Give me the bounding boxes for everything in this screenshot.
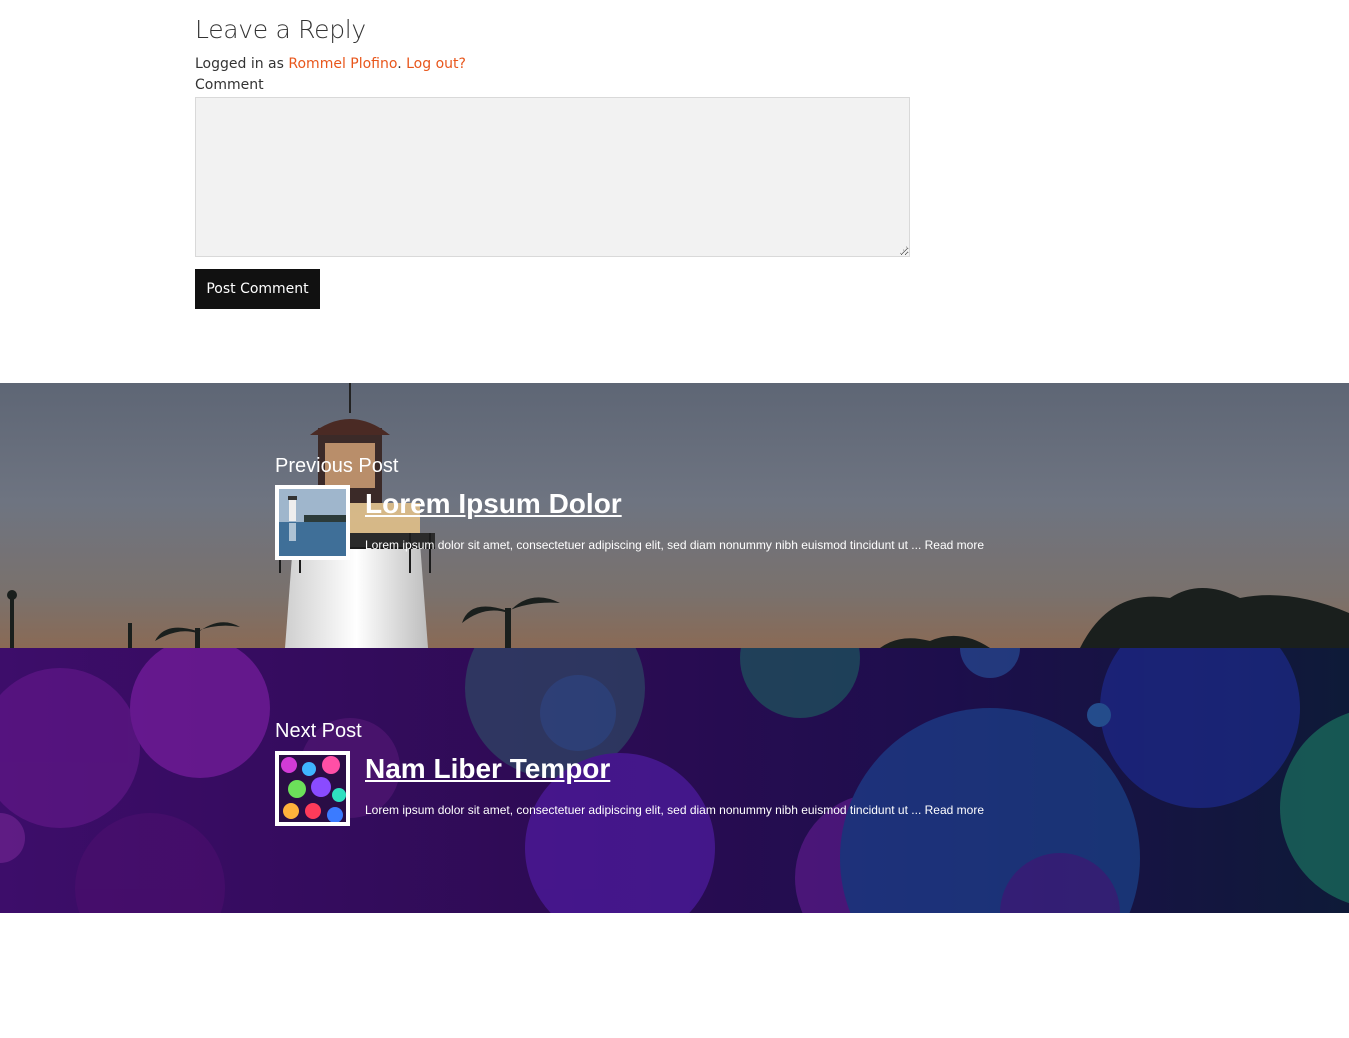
previous-post-thumbnail[interactable]: [275, 485, 350, 560]
next-post-title[interactable]: Nam Liber Tempor: [365, 753, 610, 785]
lighthouse-background: [7, 383, 1349, 648]
logged-in-info: Logged in as Rommel Plofino. Log out?: [195, 56, 466, 72]
user-profile-link[interactable]: Rommel Plofino: [288, 56, 397, 72]
bokeh-background: [0, 648, 1349, 913]
reply-heading: Leave a Reply: [195, 15, 366, 44]
next-read-more-link[interactable]: Read more: [925, 803, 984, 817]
previous-post-excerpt-text: Lorem ipsum dolor sit amet, consectetuer…: [365, 538, 922, 552]
next-post-label: Next Post: [275, 720, 362, 742]
bokeh-thumbnail-image: [279, 755, 346, 822]
previous-post-label: Previous Post: [275, 455, 399, 477]
comment-textarea[interactable]: [195, 97, 910, 257]
logout-link[interactable]: Log out?: [406, 56, 466, 72]
previous-read-more-link[interactable]: Read more: [925, 538, 984, 552]
next-post-section: Next Post Nam Liber Tempor Lorem ipsum d…: [0, 648, 1349, 913]
previous-post-section: Previous Post Lorem Ipsum Dolor Lorem ip…: [0, 383, 1349, 648]
post-comment-button[interactable]: Post Comment: [195, 269, 320, 309]
next-post-excerpt: Lorem ipsum dolor sit amet, consectetuer…: [365, 803, 984, 817]
next-post-excerpt-text: Lorem ipsum dolor sit amet, consectetuer…: [365, 803, 922, 817]
separator: .: [397, 56, 402, 72]
logged-in-prefix: Logged in as: [195, 56, 284, 72]
previous-post-title[interactable]: Lorem Ipsum Dolor: [365, 488, 622, 520]
comment-label: Comment: [195, 77, 264, 93]
previous-post-excerpt: Lorem ipsum dolor sit amet, consectetuer…: [365, 538, 984, 552]
resize-handle-icon[interactable]: ⋰: [898, 246, 908, 256]
lighthouse-thumbnail-image: [279, 489, 346, 556]
next-post-thumbnail[interactable]: [275, 751, 350, 826]
comment-form: Leave a Reply Logged in as Rommel Plofin…: [0, 0, 1349, 383]
